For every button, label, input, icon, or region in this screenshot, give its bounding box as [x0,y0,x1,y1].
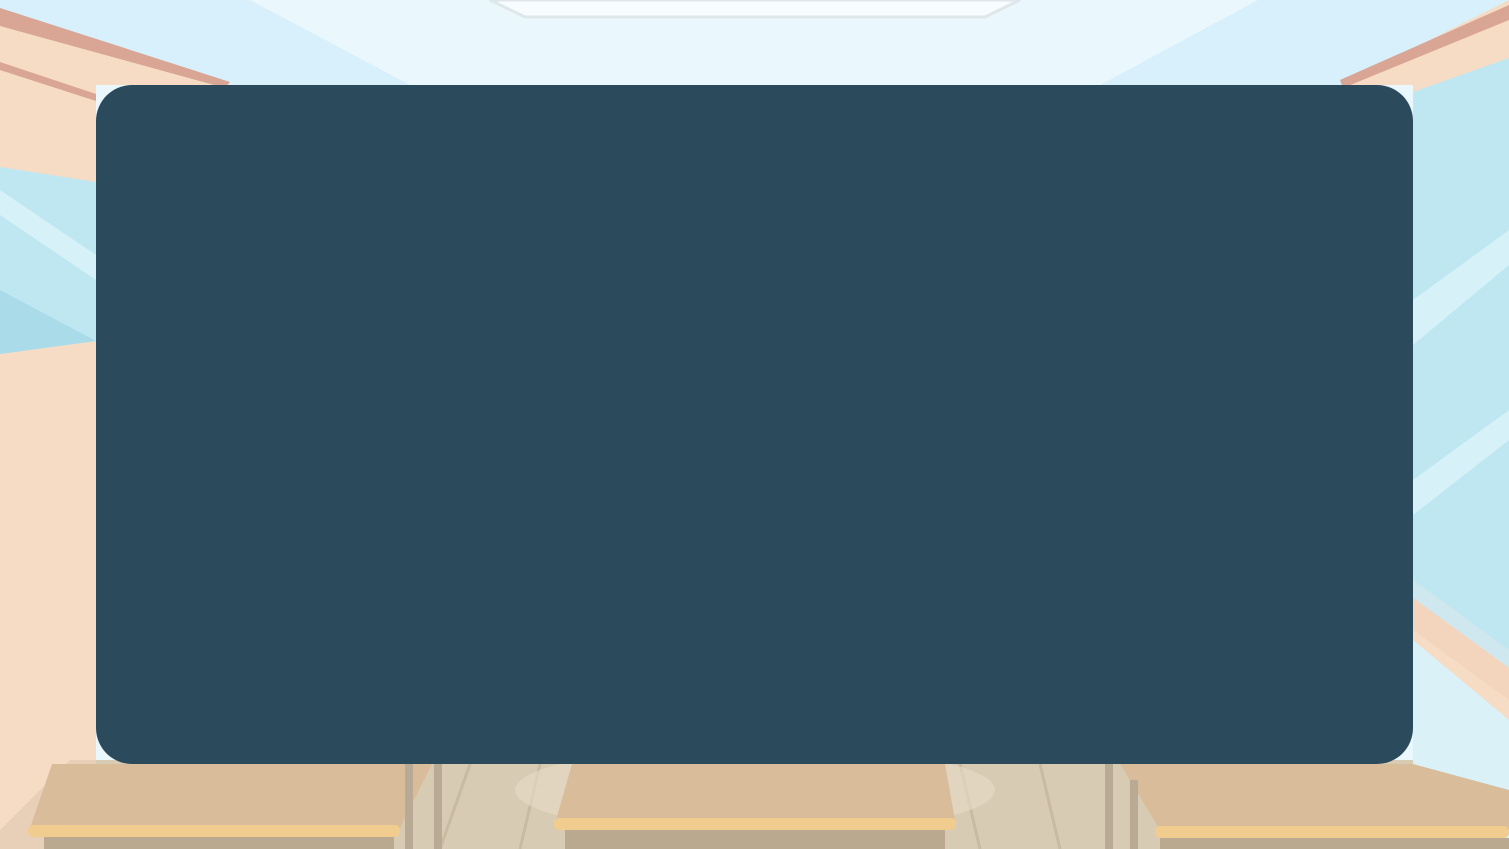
desk-right [1105,764,1509,849]
classroom-slide [0,0,1509,849]
desk-left [28,764,442,849]
desk-center [554,764,956,849]
ceiling-light [489,0,1021,19]
right-window [1413,58,1509,650]
chalkboard [96,85,1413,764]
